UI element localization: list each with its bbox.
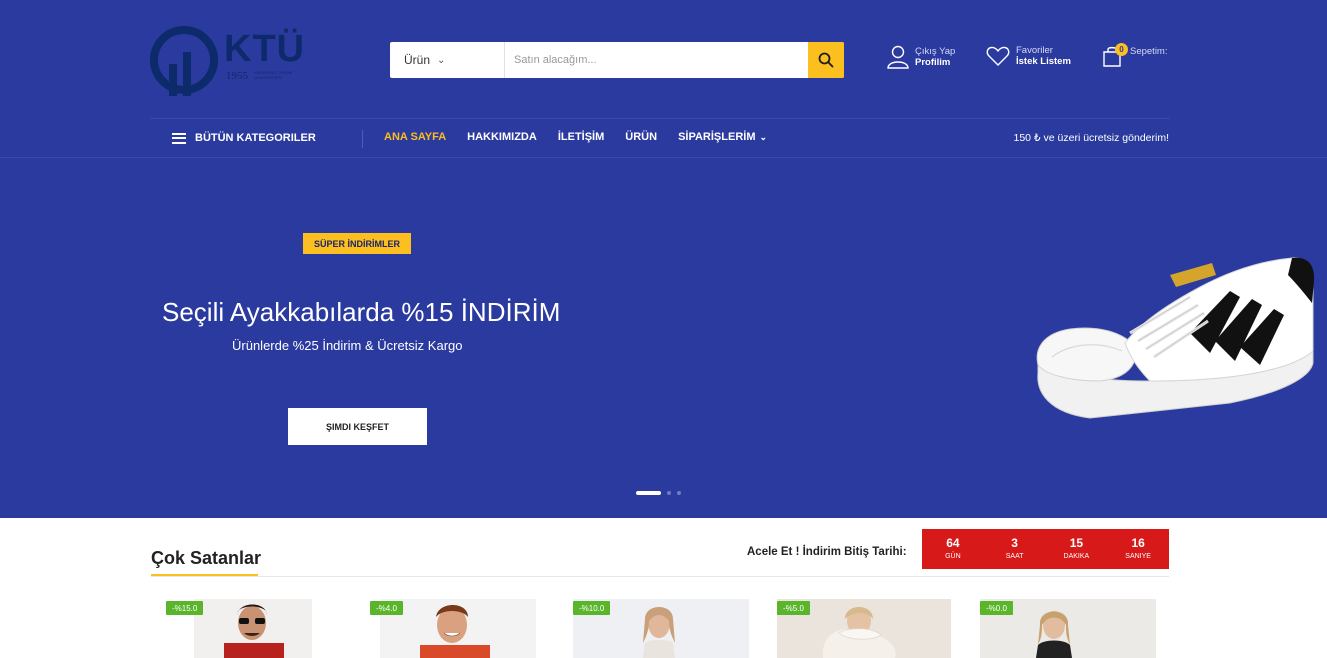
nav-item-products[interactable]: ÜRÜN [625, 131, 657, 143]
free-shipping-notice: 150 ₺ ve üzeri ücretsiz gönderim! [1013, 132, 1169, 144]
nav-item-orders-label: SİPARİŞLERİM [678, 131, 756, 143]
countdown-unit: GÜN [945, 553, 961, 560]
product-card[interactable]: -%5.0 [777, 597, 955, 658]
countdown-unit: SANIYE [1125, 553, 1151, 560]
slider-dot-2[interactable] [667, 491, 671, 495]
search-category-label: Ürün [404, 53, 431, 67]
cart-label: Sepetim: [1130, 45, 1168, 57]
slider-dots [636, 491, 687, 495]
search-button[interactable] [808, 42, 844, 78]
logo-text: KTÜ [224, 28, 306, 70]
logo-emblem-bar [183, 52, 191, 96]
product-card[interactable]: -%15.0 [166, 597, 316, 658]
countdown-value: 15 [1069, 536, 1084, 550]
discount-badge: -%15.0 [166, 601, 204, 615]
deal-end-label: Acele Et ! İndirim Bitiş Tarihi: [747, 546, 907, 558]
countdown-seconds: 16 SANIYE [1107, 529, 1169, 569]
logout-link[interactable]: Çıkış Yap [915, 46, 955, 57]
hero-slider: SÜPER İNDİRİMLER Seçili Ayakkabılarda %1… [0, 158, 1327, 518]
countdown-value: 3 [1011, 536, 1018, 550]
divider [362, 130, 363, 148]
logo-subtitle: Karadeniz Teknik Üniversitesi [254, 70, 293, 80]
chevron-down-icon: ⌄ [437, 54, 446, 66]
product-card[interactable]: -%10.0 [573, 597, 751, 658]
nav-item-contact[interactable]: İLETİŞİM [558, 131, 604, 143]
search-icon [818, 52, 834, 68]
countdown-value: 16 [1131, 536, 1145, 550]
all-categories-label: BÜTÜN KATEGORILER [195, 132, 316, 144]
search-bar: Ürün ⌄ [390, 42, 844, 78]
heart-icon [986, 46, 1010, 66]
favorites-label: Favoriler [1016, 45, 1053, 56]
countdown-unit: DAKIKA [1063, 553, 1090, 560]
cart-link[interactable]: 0 Sepetim: [1102, 43, 1168, 69]
countdown-timer: 64 GÜN 3 SAAT 15 DAKIKA 16 SANIYE [922, 529, 1169, 569]
countdown-minutes: 15 DAKIKA [1046, 529, 1108, 569]
product-list: -%15.0 -%4.0 -%10.0 -%5.0 -%0.0 [0, 597, 1327, 658]
product-image[interactable] [194, 599, 312, 658]
discount-badge: -%0.0 [980, 601, 1013, 615]
discount-badge: -%10.0 [573, 601, 611, 615]
header: KTÜ 1955 Karadeniz Teknik Üniversitesi Ü… [0, 0, 1327, 158]
profile-link[interactable]: Profilim [915, 57, 955, 68]
slider-dot-1[interactable] [636, 491, 661, 495]
product-card[interactable]: -%4.0 [370, 597, 540, 658]
countdown-hours: 3 SAAT [984, 529, 1046, 569]
cart-count-badge: 0 [1115, 43, 1128, 56]
main-nav: ANA SAYFA HAKKIMIZDA İLETİŞİM ÜRÜN SİPAR… [384, 131, 788, 143]
divider [150, 118, 1170, 119]
wishlist-label: İstek Listem [1016, 56, 1071, 67]
discount-badge: -%4.0 [370, 601, 403, 615]
menu-icon [172, 132, 186, 144]
logo-year: 1955 [226, 70, 248, 82]
slider-dot-3[interactable] [677, 491, 681, 495]
user-icon [887, 45, 909, 69]
divider [151, 576, 1169, 577]
search-input[interactable] [505, 42, 808, 78]
product-image[interactable] [380, 599, 536, 658]
ktu-logo[interactable]: KTÜ 1955 Karadeniz Teknik Üniversitesi [150, 24, 310, 96]
product-card[interactable]: -%0.0 [980, 597, 1158, 658]
search-category-select[interactable]: Ürün ⌄ [390, 42, 505, 78]
hero-title: Seçili Ayakkabılarda %15 İNDİRİM [162, 297, 561, 327]
account-link[interactable]: Çıkış Yap Profilim [887, 45, 955, 69]
promo-badge: SÜPER İNDİRİMLER [303, 233, 412, 254]
discover-now-button[interactable]: ŞIMDI KEŞFET [288, 408, 427, 445]
discount-badge: -%5.0 [777, 601, 810, 615]
hero-subtitle: Ürünlerde %25 İndirim & Ücretsiz Kargo [232, 338, 463, 353]
nav-item-about[interactable]: HAKKIMIZDA [467, 131, 537, 143]
section-title: Çok Satanlar [151, 548, 262, 568]
countdown-unit: SAAT [1005, 553, 1024, 560]
chevron-down-icon: ⌄ [759, 132, 768, 142]
countdown-days: 64 GÜN [922, 529, 984, 569]
nav-item-orders[interactable]: SİPARİŞLERİM ⌄ [678, 131, 767, 143]
nav-item-home[interactable]: ANA SAYFA [384, 131, 446, 143]
logo-emblem-bar [169, 64, 177, 96]
all-categories-button[interactable]: BÜTÜN KATEGORILER [172, 132, 316, 144]
sneaker-image [1036, 257, 1315, 419]
wishlist-link[interactable]: Favoriler İstek Listem [986, 45, 1071, 67]
countdown-value: 64 [946, 536, 960, 550]
